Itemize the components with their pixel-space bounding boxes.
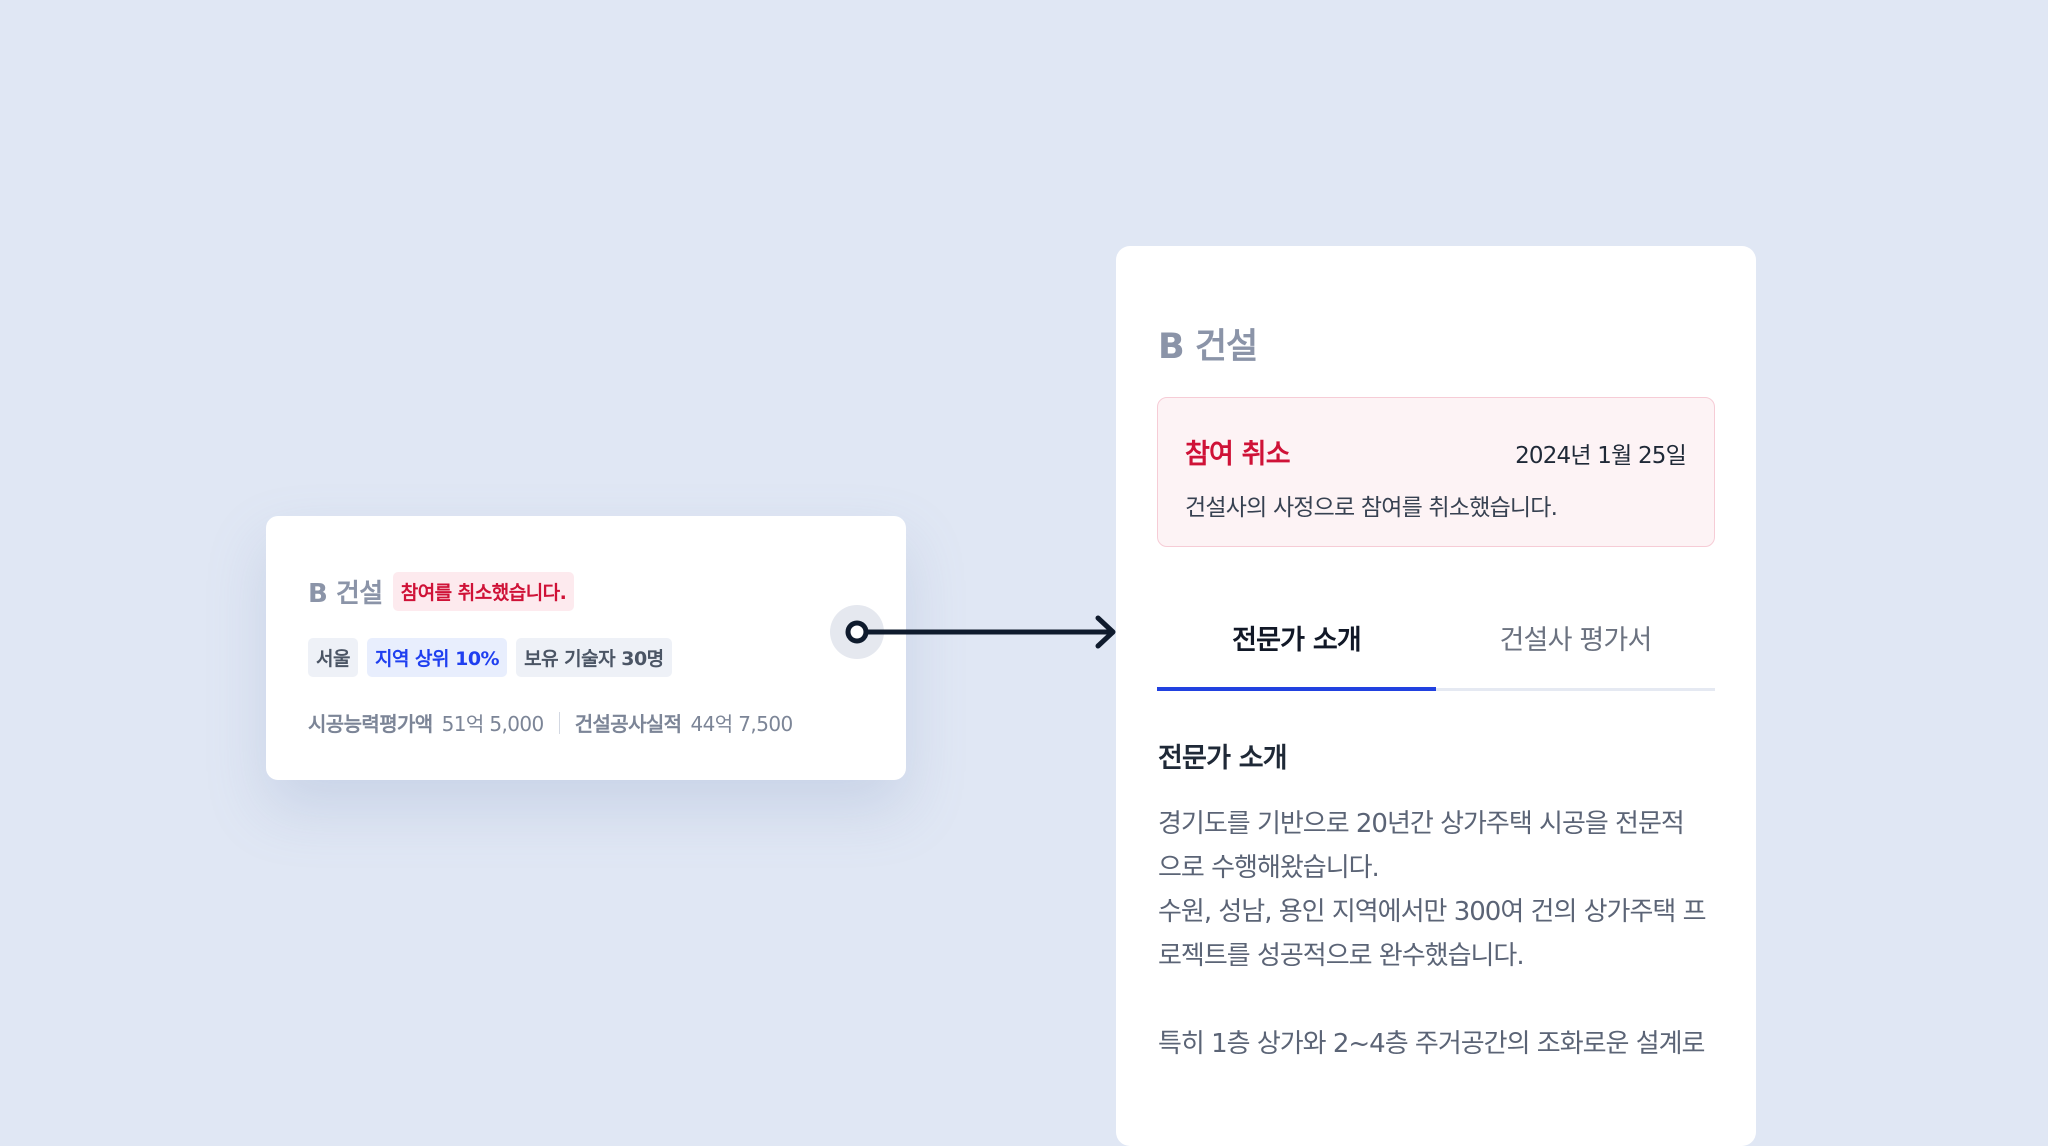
detail-tabs: 전문가 소개 건설사 평가서 (1157, 598, 1715, 691)
rank-tag: 지역 상위 10% (366, 638, 508, 677)
capability-value: 51억 5,000 (441, 712, 545, 736)
notice-date: 2024년 1월 25일 (1515, 443, 1687, 469)
company-summary-card[interactable]: B 건설 참여를 취소했습니다. 서울 지역 상위 10% 보유 기술자 30명… (266, 516, 906, 780)
stats-row: 시공능력평가액 51억 5,000 건설공사실적 44억 7,500 (308, 708, 793, 737)
tab-evaluation[interactable]: 건설사 평가서 (1436, 598, 1715, 688)
cancelled-status-badge: 참여를 취소했습니다. (392, 572, 575, 611)
summary-header: B 건설 참여를 취소했습니다. (308, 572, 575, 611)
company-detail-panel: B 건설 참여 취소 2024년 1월 25일 건설사의 사정으로 참여를 취소… (1116, 246, 1756, 1146)
tab-expert-intro[interactable]: 전문가 소개 (1157, 598, 1436, 691)
intro-line-1: 경기도를 기반으로 20년간 상가주택 시공을 전문적 (1158, 809, 1685, 839)
intro-line-2: 으로 수행해왔습니다. (1158, 853, 1380, 883)
connector-start-dot (845, 620, 869, 644)
capability-label: 시공능력평가액 (308, 712, 433, 736)
tag-list: 서울 지역 상위 10% 보유 기술자 30명 (308, 638, 672, 677)
intro-line-3: 수원, 성남, 용인 지역에서만 300여 건의 상가주택 프 (1158, 897, 1707, 927)
record-value: 44억 7,500 (690, 712, 794, 736)
section-body: 경기도를 기반으로 20년간 상가주택 시공을 전문적 으로 수행해왔습니다. … (1158, 802, 1728, 1066)
notice-title: 참여 취소 (1185, 439, 1291, 470)
stat-divider (558, 711, 560, 734)
summary-company-name: B 건설 (308, 579, 383, 609)
region-tag: 서울 (308, 638, 358, 677)
detail-company-name: B 건설 (1158, 327, 1258, 367)
record-label: 건설공사실적 (574, 712, 682, 736)
intro-line-4: 로젝트를 성공적으로 완수했습니다. (1158, 941, 1525, 971)
notice-message: 건설사의 사정으로 참여를 취소했습니다. (1185, 495, 1558, 521)
cancellation-notice: 참여 취소 2024년 1월 25일 건설사의 사정으로 참여를 취소했습니다. (1157, 397, 1715, 547)
connector-arrow-icon (845, 615, 1116, 649)
engineers-tag: 보유 기술자 30명 (516, 638, 672, 677)
section-heading: 전문가 소개 (1158, 743, 1288, 774)
intro-line-5: 특히 1층 상가와 2~4층 주거공간의 조화로운 설계로 (1158, 1029, 1705, 1059)
